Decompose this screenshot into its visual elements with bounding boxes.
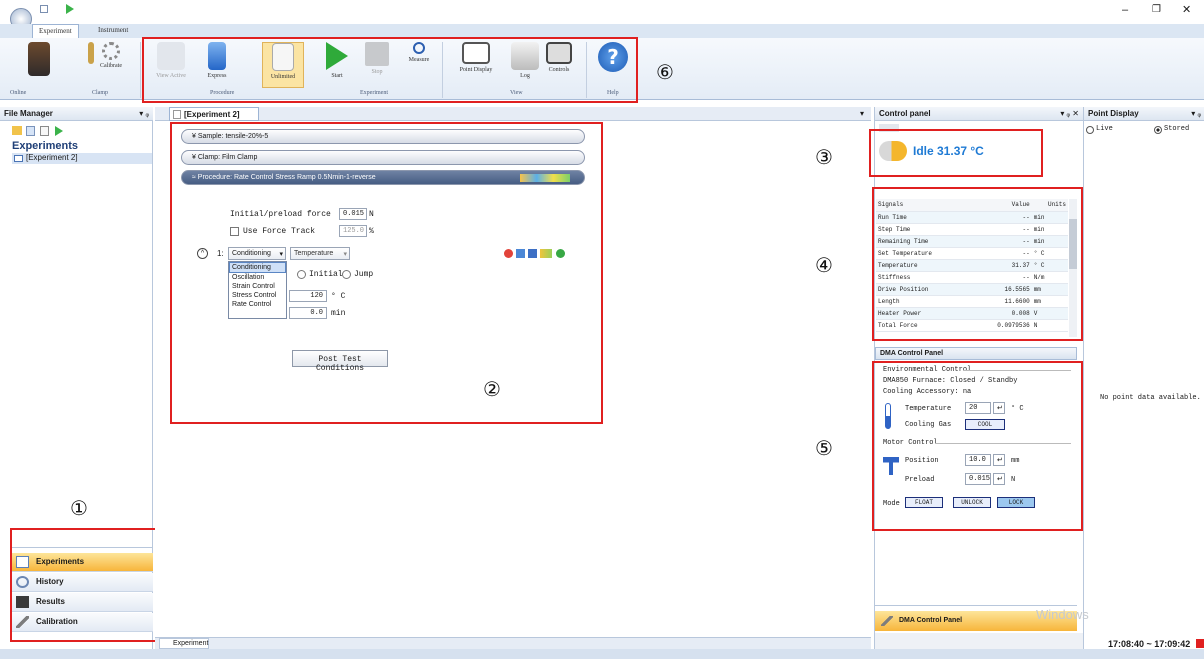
annotation-6: ⑥ xyxy=(656,60,674,84)
new-file-icon[interactable] xyxy=(26,126,35,136)
point-display-header: Point Display ▾ ᵩ xyxy=(1084,107,1204,121)
file-manager-title: File Manager xyxy=(4,109,53,118)
control-panel-footer xyxy=(875,633,1083,649)
experiment-item-label: [Experiment 2] xyxy=(26,153,78,162)
annotation-box-2 xyxy=(170,122,603,424)
dma-control-panel-header: DMA Control Panel xyxy=(875,347,1077,360)
status-bar xyxy=(0,649,1204,659)
ribbon-tab-row: Experiment Instrument xyxy=(0,24,1204,38)
live-radio[interactable] xyxy=(1086,126,1094,134)
calibrate-label: Calibrate xyxy=(100,63,122,69)
group-online-label: Online xyxy=(10,90,27,96)
panel-pin-icon[interactable]: ▾ ᵩ xyxy=(1191,109,1201,118)
annotation-1: ① xyxy=(70,496,88,520)
run-icon[interactable] xyxy=(66,4,74,14)
window-maximize-button[interactable]: ❐ xyxy=(1152,4,1161,15)
control-panel-header: Control panel ▾ ᵩ ✕ xyxy=(875,107,1083,121)
document-tab-label: [Experiment 2] xyxy=(184,110,240,119)
annotation-5: ⑤ xyxy=(815,436,833,460)
annotation-box-4 xyxy=(872,187,1083,341)
document-tab-strip xyxy=(155,107,871,121)
stored-radio[interactable] xyxy=(1154,126,1162,134)
windows-watermark: Windows xyxy=(1036,607,1089,622)
annotation-box-5 xyxy=(872,361,1083,531)
experiment-list-item[interactable]: [Experiment 2] xyxy=(12,153,152,164)
save-file-icon[interactable] xyxy=(40,126,49,136)
ribbon-separator xyxy=(140,42,141,98)
tab-instrument[interactable]: Instrument xyxy=(92,24,134,38)
save-icon[interactable] xyxy=(40,5,48,13)
tab-dropdown-icon[interactable]: ▾ xyxy=(860,109,864,118)
experiment-file-icon xyxy=(14,155,23,162)
open-folder-icon[interactable] xyxy=(12,126,22,135)
wrench-icon xyxy=(881,616,893,626)
experiments-heading: Experiments xyxy=(12,140,79,152)
clock-range: 17:08:40 ~ 17:09:42 xyxy=(1108,639,1191,649)
control-panel-title: Control panel xyxy=(879,109,931,118)
point-display-title: Point Display xyxy=(1088,109,1139,118)
annotation-2: ② xyxy=(483,377,501,401)
annotation-box-3 xyxy=(869,129,1043,177)
window-close-button[interactable]: ✕ xyxy=(1182,3,1191,16)
file-manager-toolbar xyxy=(12,125,72,137)
calibrate-button[interactable]: Calibrate xyxy=(90,42,132,88)
dma-control-panel-tab-label: DMA Control Panel xyxy=(899,617,963,624)
gear-icon xyxy=(102,42,120,60)
tab-experiment[interactable]: Experiment xyxy=(32,24,79,38)
bottom-tab-label: Experiment xyxy=(173,640,209,647)
bottom-tab-experiment[interactable]: Experiment xyxy=(159,638,209,649)
window-minimize-button[interactable]: – xyxy=(1122,4,1128,16)
document-tab[interactable]: [Experiment 2] xyxy=(169,107,259,121)
file-manager-header: File Manager ▾ ᵩ xyxy=(0,107,153,121)
group-clamp-label: Clamp xyxy=(92,90,108,96)
document-tab-icon xyxy=(173,110,181,119)
no-point-data-message: No point data available. xyxy=(1100,394,1201,402)
annotation-4: ④ xyxy=(815,253,833,277)
live-label: Live xyxy=(1096,125,1113,133)
title-bar: – ❐ ✕ xyxy=(0,0,1204,30)
run-file-icon[interactable] xyxy=(55,126,63,136)
point-display-panel: Point Display ▾ ᵩ Live Stored No point d… xyxy=(1036,107,1204,649)
notification-icon[interactable] xyxy=(1196,639,1204,648)
panel-pin-icon[interactable]: ▾ ᵩ ✕ xyxy=(1060,109,1079,118)
bottom-tab-strip xyxy=(155,637,871,649)
stored-label: Stored xyxy=(1164,125,1190,133)
annotation-box-6 xyxy=(142,37,638,103)
online-button[interactable] xyxy=(18,42,60,88)
instrument-icon xyxy=(28,42,50,76)
annotation-3: ③ xyxy=(815,145,833,169)
panel-pin-icon[interactable]: ▾ ᵩ xyxy=(139,109,149,118)
annotation-box-1 xyxy=(10,528,162,642)
